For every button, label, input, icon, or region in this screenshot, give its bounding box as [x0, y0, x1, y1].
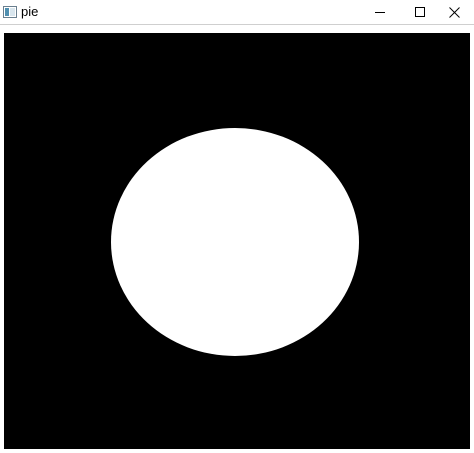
close-icon: [448, 6, 460, 18]
window-title: pie: [21, 4, 39, 19]
close-button[interactable]: [434, 0, 474, 24]
app-window: pie: [0, 0, 474, 453]
minimize-button[interactable]: [360, 0, 400, 24]
maximize-icon: [415, 7, 425, 17]
app-window-icon[interactable]: [3, 5, 17, 18]
title-bar[interactable]: pie: [0, 0, 474, 25]
drawing-canvas[interactable]: [4, 33, 470, 449]
canvas-svg: [4, 33, 470, 449]
white-pie-ellipse: [111, 128, 359, 356]
minimize-icon: [375, 7, 385, 17]
